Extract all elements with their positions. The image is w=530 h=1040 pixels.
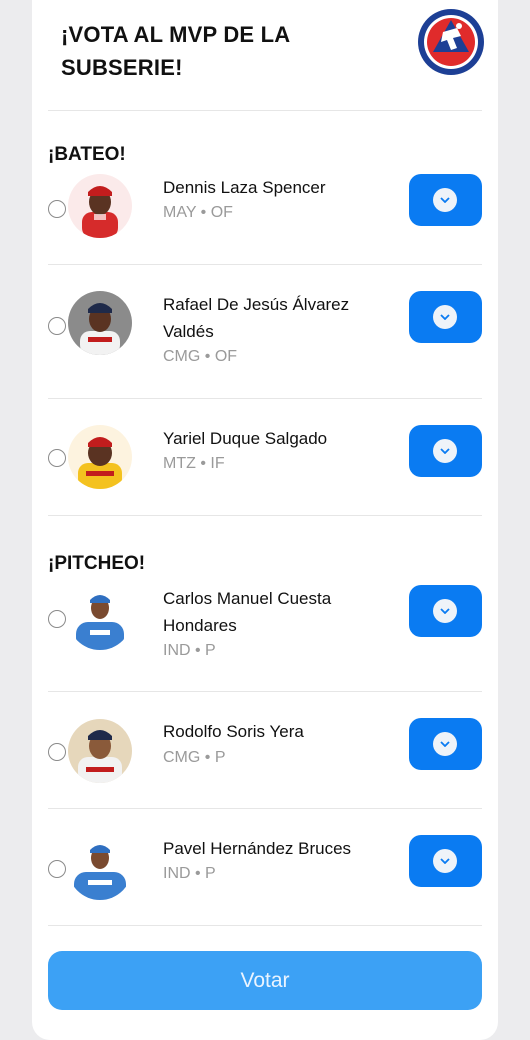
page-title: ¡VOTA AL MVP DE LA SUBSERIE!: [61, 18, 391, 84]
player-avatar: [68, 586, 132, 650]
player-radio[interactable]: [48, 317, 66, 335]
player-name-line-1: Rodolfo Soris Yera: [163, 722, 304, 741]
chevron-down-icon: [433, 849, 457, 873]
title-line-1: ¡VOTA AL MVP DE LA: [61, 22, 291, 47]
player-name: Pavel Hernández Bruces: [163, 835, 393, 862]
player-meta: CMG • OF: [163, 348, 238, 365]
divider: [48, 691, 482, 692]
chevron-down-icon: [433, 599, 457, 623]
player-meta: CMG • P: [163, 749, 226, 766]
player-radio[interactable]: [48, 449, 66, 467]
divider: [48, 110, 482, 111]
player-meta: IND • P: [163, 642, 216, 659]
section-title-pitcheo: ¡PITCHEO!: [48, 553, 146, 574]
player-avatar: [68, 836, 132, 900]
player-name: Rodolfo Soris Yera: [163, 718, 393, 745]
player-radio[interactable]: [48, 610, 66, 628]
divider: [48, 398, 482, 399]
vote-button[interactable]: [409, 718, 482, 770]
divider: [48, 264, 482, 265]
title-line-2: SUBSERIE!: [61, 55, 183, 80]
vote-button[interactable]: [409, 585, 482, 637]
player-name: Rafael De Jesús Álvarez Valdés: [163, 291, 393, 345]
chevron-down-icon: [433, 188, 457, 212]
player-avatar: [68, 291, 132, 355]
serie-nacional-logo: [417, 8, 485, 76]
submit-vote-button[interactable]: Votar: [48, 951, 482, 1010]
vote-button[interactable]: [409, 835, 482, 887]
divider: [48, 515, 482, 516]
chevron-down-icon: [433, 439, 457, 463]
divider: [48, 808, 482, 809]
player-avatar: [68, 425, 132, 489]
section-title-bateo: ¡BATEO!: [48, 144, 126, 165]
player-name-line-2: Hondares: [163, 616, 237, 635]
player-radio[interactable]: [48, 200, 66, 218]
chevron-down-icon: [433, 732, 457, 756]
player-name-line-2: Valdés: [163, 322, 214, 341]
player-avatar: [68, 719, 132, 783]
player-name-line-1: Carlos Manuel Cuesta: [163, 589, 332, 608]
player-name-line-1: Dennis Laza Spencer: [163, 178, 326, 197]
player-radio[interactable]: [48, 743, 66, 761]
player-name-line-1: Pavel Hernández Bruces: [163, 839, 352, 858]
player-meta: IND • P: [163, 865, 216, 882]
player-radio[interactable]: [48, 860, 66, 878]
player-avatar: [68, 174, 132, 238]
player-name-line-1: Rafael De Jesús Álvarez: [163, 295, 350, 314]
player-name: Dennis Laza Spencer: [163, 174, 393, 201]
vote-button[interactable]: [409, 174, 482, 226]
player-name: Yariel Duque Salgado: [163, 425, 393, 452]
player-name-line-1: Yariel Duque Salgado: [163, 429, 328, 448]
player-name: Carlos Manuel Cuesta Hondares: [163, 585, 393, 639]
divider: [48, 925, 482, 926]
header: ¡VOTA AL MVP DE LA SUBSERIE!: [61, 18, 391, 84]
vote-button[interactable]: [409, 425, 482, 477]
chevron-down-icon: [433, 305, 457, 329]
player-meta: MAY • OF: [163, 204, 233, 221]
player-meta: MTZ • IF: [163, 455, 225, 472]
vote-button[interactable]: [409, 291, 482, 343]
